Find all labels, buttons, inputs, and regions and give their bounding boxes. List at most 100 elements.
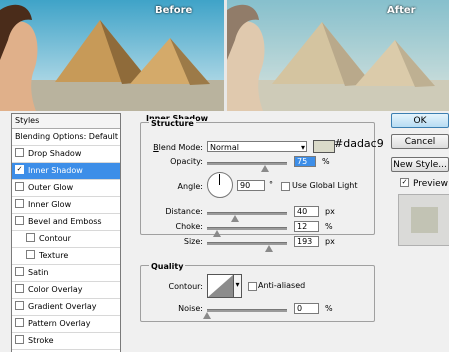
choke-slider-thumb[interactable] [213, 230, 221, 237]
distance-field[interactable]: 40 [294, 206, 319, 217]
opacity-label: Opacity: [170, 157, 203, 166]
inner-shadow-panel: Inner Shadow Structure Blend Mode: Norma… [133, 113, 384, 351]
style-item-checkbox[interactable] [15, 284, 24, 293]
blend-mode-label-text: lend Mode: [158, 143, 203, 152]
chevron-down-icon: ▾ [300, 143, 305, 152]
noise-slider-track[interactable] [207, 309, 287, 312]
after-haze-overlay [227, 0, 449, 111]
style-item-label: Outer Glow [28, 183, 74, 192]
structure-title: Structure [149, 119, 196, 128]
contour-label: Contour: [168, 282, 204, 291]
style-item-checkbox[interactable] [15, 301, 24, 310]
style-item-contour[interactable]: Contour [12, 231, 120, 248]
style-item-stroke[interactable]: Stroke [12, 333, 120, 350]
noise-label: Noise: [178, 304, 203, 313]
opacity-slider-track[interactable] [207, 162, 287, 165]
after-image: After [227, 0, 449, 111]
noise-slider-thumb[interactable] [203, 312, 211, 319]
cancel-button[interactable]: Cancel [391, 134, 449, 149]
choke-label: Choke: [175, 222, 203, 231]
angle-dial[interactable] [207, 172, 233, 198]
preview-checkbox[interactable]: ✓ [400, 178, 409, 187]
style-item-checkbox[interactable] [15, 335, 24, 344]
blend-mode-label: Blend Mode: [153, 143, 203, 152]
choke-field[interactable]: 12 [294, 221, 319, 232]
style-item-checkbox[interactable] [15, 199, 24, 208]
chevron-down-icon: ▾ [235, 280, 240, 289]
style-item-checkbox[interactable] [15, 148, 24, 157]
anti-aliased-label: Anti-aliased [258, 281, 306, 290]
structure-group: Structure Blend Mode: Normal ▾ #dadac9 O… [140, 119, 384, 252]
distance-unit: px [325, 207, 335, 216]
angle-label: Angle: [177, 182, 203, 191]
quality-title: Quality [149, 262, 186, 271]
style-item-label: Texture [39, 251, 69, 260]
contour-preview[interactable] [207, 274, 234, 298]
style-item-pattern-overlay[interactable]: Pattern Overlay [12, 316, 120, 333]
use-global-light-label: Use Global Light [292, 181, 358, 190]
style-item-label: Contour [39, 234, 71, 243]
contour-curve-icon [208, 275, 233, 297]
style-item-label: Drop Shadow [28, 149, 82, 158]
opacity-field[interactable]: 75 [294, 156, 316, 167]
noise-field[interactable]: 0 [294, 303, 319, 314]
style-preview [398, 194, 449, 246]
distance-slider-thumb[interactable] [231, 215, 239, 222]
angle-field[interactable]: 90 [237, 180, 265, 191]
blend-mode-value: Normal [210, 143, 239, 152]
style-preview-swatch [411, 207, 438, 233]
shadow-color-hex: #dadac9 [334, 137, 384, 150]
ok-button[interactable]: OK [391, 113, 449, 128]
style-item-color-overlay[interactable]: Color Overlay [12, 282, 120, 299]
opacity-slider-thumb[interactable] [261, 165, 269, 172]
contour-dropdown[interactable]: ▾ [233, 274, 242, 298]
blend-mode-select[interactable]: Normal ▾ [207, 141, 307, 152]
style-item-checkbox[interactable] [15, 318, 24, 327]
styles-header[interactable]: Styles [12, 114, 120, 129]
style-item-label: Color Overlay [28, 285, 83, 294]
style-item-label: Inner Glow [28, 200, 72, 209]
style-item-satin[interactable]: Satin [12, 265, 120, 282]
size-slider-thumb[interactable] [265, 245, 273, 252]
size-unit: px [325, 237, 335, 246]
quality-group: Quality Contour: ▾ Anti-aliased Noise: 0… [140, 262, 375, 322]
after-label: After [387, 5, 416, 16]
style-item-texture[interactable]: Texture [12, 248, 120, 265]
style-item-checkbox[interactable] [26, 250, 35, 259]
anti-aliased-checkbox[interactable] [248, 282, 257, 291]
style-item-label: Satin [28, 268, 49, 277]
size-field[interactable]: 193 [294, 236, 319, 247]
before-image: Before [0, 0, 224, 111]
new-style-button[interactable]: New Style... [391, 157, 449, 172]
style-item-label: Gradient Overlay [28, 302, 97, 311]
style-item-label: Inner Shadow [28, 166, 83, 175]
use-global-light-checkbox[interactable] [281, 182, 290, 191]
style-item-gradient-overlay[interactable]: Gradient Overlay [12, 299, 120, 316]
style-item-checkbox[interactable] [26, 233, 35, 242]
noise-unit: % [325, 304, 333, 313]
angle-dial-needle [219, 174, 220, 185]
style-item-checkbox[interactable] [15, 182, 24, 191]
choke-unit: % [325, 222, 333, 231]
preview-label: Preview [413, 179, 449, 189]
style-item-checkbox[interactable]: ✓ [15, 165, 24, 174]
distance-label: Distance: [165, 207, 203, 216]
style-item-inner-shadow[interactable]: ✓ Inner Shadow [12, 163, 120, 180]
style-item-label: Bevel and Emboss [28, 217, 102, 226]
shadow-color-swatch[interactable] [313, 140, 335, 153]
distance-slider-track[interactable] [207, 212, 287, 215]
style-item-checkbox[interactable] [15, 267, 24, 276]
styles-list: Styles Blending Options: Default Drop Sha… [11, 113, 121, 352]
size-label: Size: [183, 237, 203, 246]
opacity-unit: % [322, 157, 330, 166]
style-item-outer-glow[interactable]: Outer Glow [12, 180, 120, 197]
preview-toggle[interactable]: ✓ Preview [400, 178, 449, 189]
style-item-label: Blending Options: Default [15, 132, 119, 141]
style-item-label: Stroke [28, 336, 54, 345]
style-item-checkbox[interactable] [15, 216, 24, 225]
style-item-bevel-and-emboss[interactable]: Bevel and Emboss [12, 214, 120, 231]
style-item-blending-options-default[interactable]: Blending Options: Default [12, 129, 120, 146]
style-item-drop-shadow[interactable]: Drop Shadow [12, 146, 120, 163]
style-item-inner-glow[interactable]: Inner Glow [12, 197, 120, 214]
size-slider-track[interactable] [207, 242, 287, 245]
